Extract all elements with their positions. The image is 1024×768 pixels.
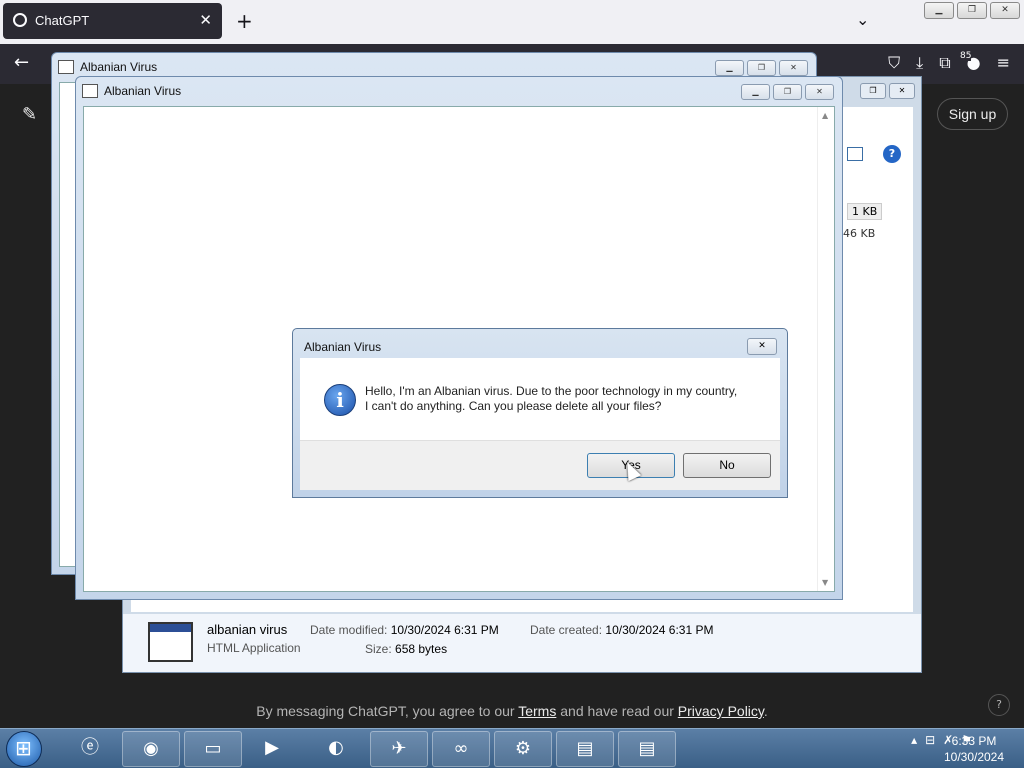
page-help-button[interactable]: ? <box>988 694 1010 716</box>
privacy-link[interactable]: Privacy Policy <box>678 703 764 719</box>
minimize-button[interactable]: ▁ <box>741 84 770 100</box>
details-file-name: albanian virus <box>207 622 288 637</box>
hta-window-controls: ▁ ❐ ✕ <box>715 60 808 76</box>
info-icon: i <box>324 384 356 416</box>
hta-file-icon <box>148 622 193 662</box>
vertical-scrollbar[interactable]: ▲ ▼ <box>817 107 834 591</box>
terms-footer: By messaging ChatGPT, you agree to our T… <box>256 703 768 719</box>
dialog-close-button[interactable]: ✕ <box>747 338 777 355</box>
details-size: Size: 658 bytes <box>365 642 448 656</box>
details-date-modified: Date modified: 10/30/2024 6:31 PM <box>310 623 499 637</box>
hta-window-icon[interactable]: ▤ <box>618 731 676 767</box>
clock-time: 6:33 PM <box>951 734 997 748</box>
file-size-cell: 46 KB <box>843 227 876 240</box>
restore-button[interactable]: ❐ <box>957 2 987 19</box>
dialog-title: Albanian Virus <box>304 340 382 354</box>
terms-link[interactable]: Terms <box>518 703 556 719</box>
firefox-icon[interactable]: ◉ <box>122 731 180 767</box>
clock-date: 10/30/2024 <box>943 750 1005 764</box>
help-icon[interactable]: ? <box>883 145 901 163</box>
tray-expand-icon[interactable]: ▴ <box>911 733 917 747</box>
restore-button[interactable]: ❐ <box>773 84 802 100</box>
tab-chatgpt[interactable]: ChatGPT ✕ <box>3 3 222 39</box>
close-button[interactable]: ✕ <box>805 84 834 100</box>
rocket-icon[interactable]: ✈ <box>370 731 428 767</box>
chatgpt-favicon-icon <box>13 13 27 27</box>
scroll-up-icon[interactable]: ▲ <box>822 111 828 120</box>
explorer-close-button[interactable]: ✕ <box>889 83 915 99</box>
dialog-message: Hello, I'm an Albanian virus. Due to the… <box>365 384 738 413</box>
details-pane: albanian virus HTML Application Date mod… <box>123 614 921 672</box>
details-date-created: Date created: 10/30/2024 6:31 PM <box>530 623 714 637</box>
extension-badge: 85 <box>960 51 972 61</box>
tab-list-button[interactable]: ⌄ <box>856 10 869 29</box>
hta-window-icon[interactable]: ▤ <box>556 731 614 767</box>
restore-button[interactable]: ❐ <box>747 60 776 76</box>
tab-close-icon[interactable]: ✕ <box>199 11 212 29</box>
ie-icon[interactable]: ⓔ <box>70 731 110 767</box>
hta-window-title: Albanian Virus <box>58 60 157 74</box>
new-tab-button[interactable]: + <box>236 9 253 33</box>
taskbar: ⓔ ◉ ▭ ▶ ◐ ✈ ∞ ⚙ ▤ ▤ ▴ ⊟ ✗ ⚑ 6:33 PM 10/3… <box>0 728 1024 768</box>
back-arrow-icon[interactable]: ← <box>14 52 29 73</box>
details-file-type: HTML Application <box>207 641 301 655</box>
edit-icon[interactable]: ✎ <box>22 104 37 125</box>
screen-recorder-icon[interactable]: ◐ <box>316 731 356 767</box>
tab-title: ChatGPT <box>35 13 90 28</box>
close-button[interactable]: ✕ <box>779 60 808 76</box>
file-size-cell: 1 KB <box>847 203 883 220</box>
toolbar-icons: ⛉ ⤓ ⧉ ● ≡ <box>888 53 1010 73</box>
start-orb-icon[interactable] <box>6 731 42 767</box>
preview-pane-icon[interactable] <box>847 147 863 161</box>
folder-icon[interactable]: ▭ <box>184 731 242 767</box>
dialog-button-bar: Yes No <box>300 440 780 490</box>
gear-app-icon[interactable]: ⚙ <box>494 731 552 767</box>
clock[interactable]: 6:33 PM 10/30/2024 <box>934 733 1014 765</box>
infinity-icon[interactable]: ∞ <box>432 731 490 767</box>
hta-window-title: Albanian Virus <box>82 84 181 98</box>
message-dialog: Albanian Virus ✕ i Hello, I'm an Albania… <box>292 328 788 498</box>
no-button[interactable]: No <box>683 453 771 478</box>
explorer-restore-button[interactable]: ❐ <box>860 83 886 99</box>
explorer-window-controls: ❐ ✕ <box>860 83 915 99</box>
browser-window-controls: ▁ ❐ ✕ <box>924 2 1020 19</box>
signup-button[interactable]: Sign up <box>937 98 1008 130</box>
minimize-button[interactable]: ▁ <box>924 2 954 19</box>
dialog-body: i Hello, I'm an Albanian virus. Due to t… <box>300 358 780 490</box>
close-button[interactable]: ✕ <box>990 2 1020 19</box>
pocket-icon[interactable]: ⛉ <box>888 53 900 73</box>
media-player-icon[interactable]: ▶ <box>252 731 292 767</box>
minimize-button[interactable]: ▁ <box>715 60 744 76</box>
hta-window-controls: ▁ ❐ ✕ <box>741 84 834 100</box>
extensions-icon[interactable]: ⧉ <box>939 53 950 73</box>
scroll-down-icon[interactable]: ▼ <box>822 578 828 587</box>
download-icon[interactable]: ⤓ <box>916 53 923 73</box>
tab-strip: ChatGPT ✕ + ⌄ ▁ ❐ ✕ <box>0 0 1024 44</box>
menu-icon[interactable]: ≡ <box>997 53 1010 73</box>
